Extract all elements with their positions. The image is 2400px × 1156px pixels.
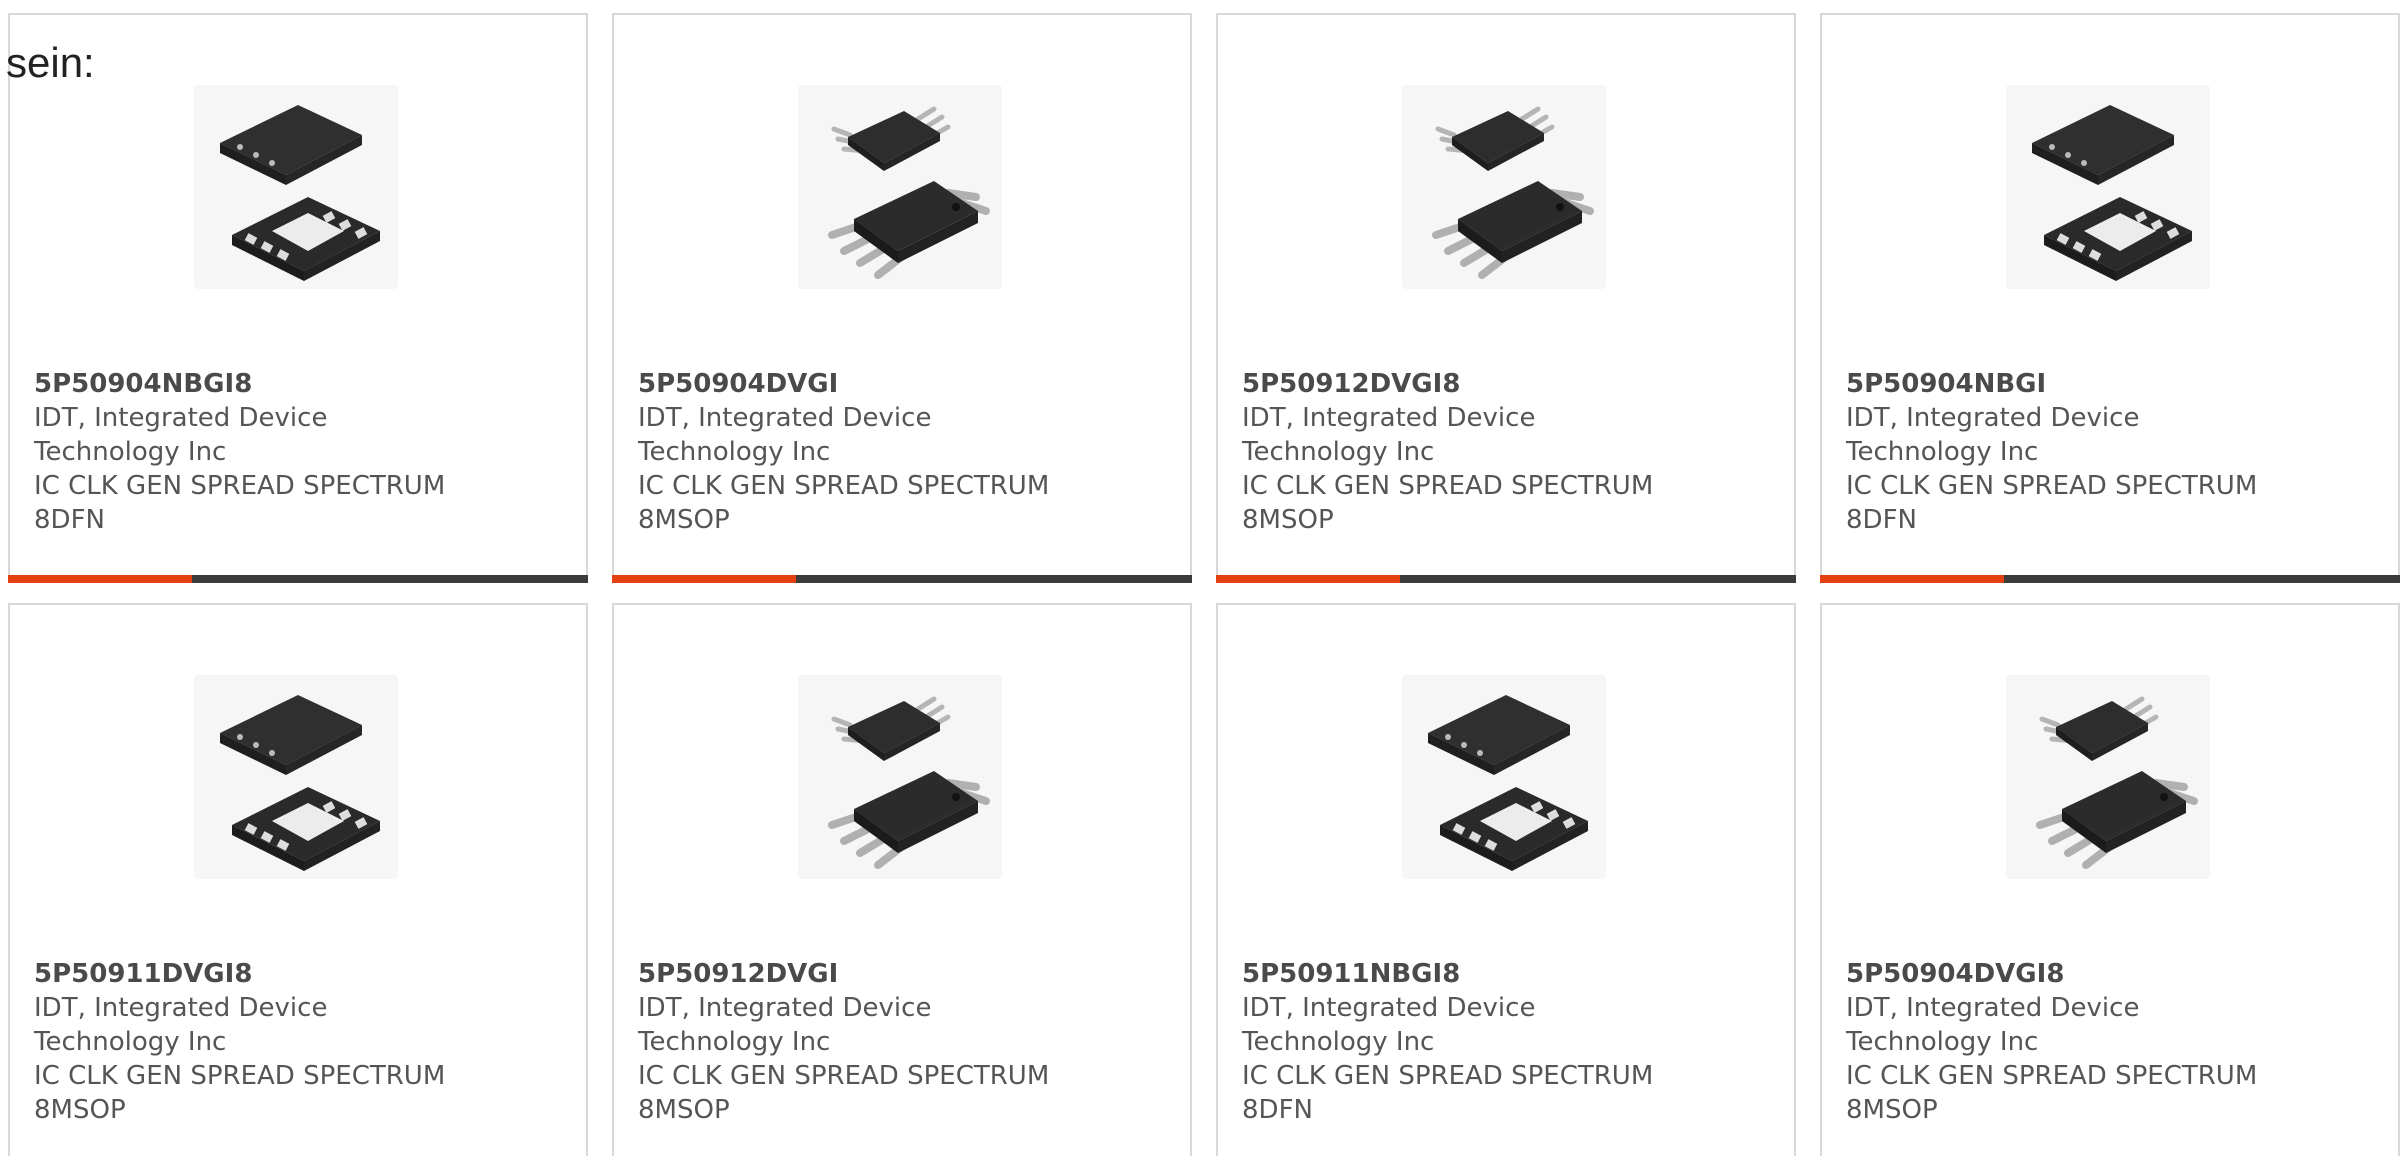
product-card[interactable]: 5P50911NBGI8 IDT, Integrated Device Techn… xyxy=(1216,603,1796,1156)
product-card[interactable]: 5P50904DVGI IDT, Integrated Device Techno… xyxy=(612,13,1192,583)
product-card[interactable]: 5P50904NBGI8 IDT, Integrated Device Techn… xyxy=(8,13,588,583)
manufacturer: IDT, Integrated Device Technology Inc xyxy=(1242,403,1536,467)
msop-package-image[interactable] xyxy=(798,85,1002,289)
product-info: 5P50904NBGI IDT, Integrated Device Techno… xyxy=(1846,367,2286,537)
card-hover-bar xyxy=(1216,575,1796,583)
manufacturer: IDT, Integrated Device Technology Inc xyxy=(1242,993,1536,1057)
product-info: 5P50904DVGI IDT, Integrated Device Techno… xyxy=(638,367,1078,537)
product-info: 5P50904NBGI8 IDT, Integrated Device Techn… xyxy=(34,367,474,537)
manufacturer: IDT, Integrated Device Technology Inc xyxy=(34,993,328,1057)
product-card[interactable]: 5P50904DVGI8 IDT, Integrated Device Techn… xyxy=(1820,603,2400,1156)
product-description: IC CLK GEN SPREAD SPECTRUM 8DFN xyxy=(1846,471,2258,535)
product-description: IC CLK GEN SPREAD SPECTRUM 8MSOP xyxy=(34,1061,446,1125)
msop-package-image[interactable] xyxy=(1402,85,1606,289)
card-accent-bar xyxy=(8,575,192,583)
manufacturer: IDT, Integrated Device Technology Inc xyxy=(1846,993,2140,1057)
product-description: IC CLK GEN SPREAD SPECTRUM 8MSOP xyxy=(638,1061,1050,1125)
product-grid-page: sein: 5P50904NBGI8 IDT, Integrated Device… xyxy=(0,0,2400,1156)
card-hover-bar xyxy=(8,575,588,583)
dfn-package-image[interactable] xyxy=(1402,675,1606,879)
manufacturer: IDT, Integrated Device Technology Inc xyxy=(1846,403,2140,467)
product-card[interactable]: 5P50912DVGI IDT, Integrated Device Techno… xyxy=(612,603,1192,1156)
intro-text: sein: xyxy=(6,39,95,86)
dfn-package-image[interactable] xyxy=(2006,85,2210,289)
manufacturer: IDT, Integrated Device Technology Inc xyxy=(638,993,932,1057)
part-number[interactable]: 5P50904NBGI xyxy=(1846,367,2286,401)
product-card[interactable]: 5P50911DVGI8 IDT, Integrated Device Techn… xyxy=(8,603,588,1156)
card-accent-bar xyxy=(612,575,796,583)
product-description: IC CLK GEN SPREAD SPECTRUM 8MSOP xyxy=(1846,1061,2258,1125)
product-card[interactable]: 5P50904NBGI IDT, Integrated Device Techno… xyxy=(1820,13,2400,583)
product-info: 5P50911NBGI8 IDT, Integrated Device Techn… xyxy=(1242,957,1682,1127)
product-description: IC CLK GEN SPREAD SPECTRUM 8MSOP xyxy=(1242,471,1654,535)
part-number[interactable]: 5P50904DVGI xyxy=(638,367,1078,401)
card-accent-bar xyxy=(1216,575,1400,583)
part-number[interactable]: 5P50911NBGI8 xyxy=(1242,957,1682,991)
dfn-package-image[interactable] xyxy=(194,675,398,879)
product-description: IC CLK GEN SPREAD SPECTRUM 8DFN xyxy=(1242,1061,1654,1125)
product-info: 5P50912DVGI IDT, Integrated Device Techno… xyxy=(638,957,1078,1127)
product-info: 5P50911DVGI8 IDT, Integrated Device Techn… xyxy=(34,957,474,1127)
card-hover-bar xyxy=(1820,575,2400,583)
product-description: IC CLK GEN SPREAD SPECTRUM 8DFN xyxy=(34,471,446,535)
part-number[interactable]: 5P50904DVGI8 xyxy=(1846,957,2286,991)
manufacturer: IDT, Integrated Device Technology Inc xyxy=(638,403,932,467)
part-number[interactable]: 5P50911DVGI8 xyxy=(34,957,474,991)
dfn-package-image[interactable] xyxy=(194,85,398,289)
card-hover-bar xyxy=(612,575,1192,583)
part-number[interactable]: 5P50904NBGI8 xyxy=(34,367,474,401)
product-card[interactable]: 5P50912DVGI8 IDT, Integrated Device Techn… xyxy=(1216,13,1796,583)
product-info: 5P50904DVGI8 IDT, Integrated Device Techn… xyxy=(1846,957,2286,1127)
part-number[interactable]: 5P50912DVGI xyxy=(638,957,1078,991)
msop-package-image[interactable] xyxy=(2006,675,2210,879)
part-number[interactable]: 5P50912DVGI8 xyxy=(1242,367,1682,401)
product-info: 5P50912DVGI8 IDT, Integrated Device Techn… xyxy=(1242,367,1682,537)
product-description: IC CLK GEN SPREAD SPECTRUM 8MSOP xyxy=(638,471,1050,535)
msop-package-image[interactable] xyxy=(798,675,1002,879)
card-accent-bar xyxy=(1820,575,2004,583)
manufacturer: IDT, Integrated Device Technology Inc xyxy=(34,403,328,467)
